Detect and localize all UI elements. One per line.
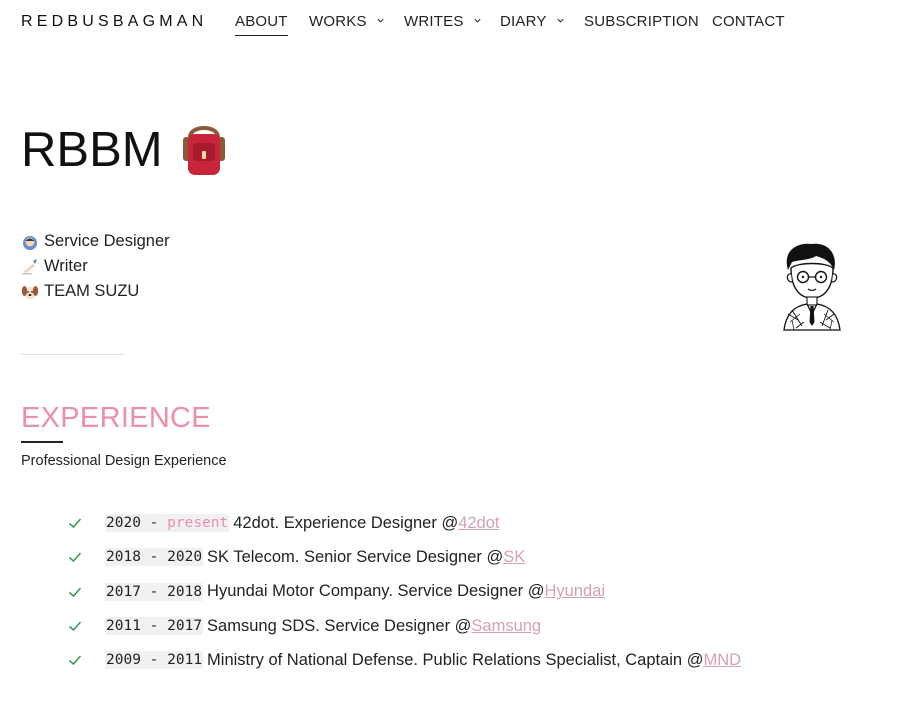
company-link[interactable]: Samsung xyxy=(471,617,541,636)
writing-hand-emoji-icon xyxy=(22,258,37,274)
experience-list: 2020 - present 42dot. Experience Designe… xyxy=(67,506,741,677)
list-item: 2018 - 2020 SK Telecom. Senior Service D… xyxy=(67,540,741,574)
nav-about-label: ABOUT xyxy=(235,13,288,30)
role-label: Writer xyxy=(44,257,88,275)
role-list: Service Designer Writer TEAM SUZU xyxy=(21,229,170,304)
nav-subscription-label: SUBSCRIPTION xyxy=(584,13,699,30)
role-description: Samsung SDS. Service Designer @ xyxy=(207,616,472,635)
period-badge: 2020 - present xyxy=(105,514,230,533)
role-description: Ministry of National Defense. Public Rel… xyxy=(207,650,704,669)
period-start: 2020 xyxy=(106,515,141,532)
period-badge: 2011 - 2017 xyxy=(105,617,204,636)
chevron-down-icon xyxy=(557,18,564,23)
company-link[interactable]: Hyundai xyxy=(544,582,605,601)
brand-logo[interactable]: REDBUSBAGMAN xyxy=(21,13,207,31)
company-link[interactable]: MND xyxy=(703,651,741,670)
heading-underline xyxy=(21,441,63,443)
period-badge: 2009 - 2011 xyxy=(105,651,204,670)
person-emoji-icon xyxy=(23,235,37,250)
page-title: RBBM xyxy=(21,118,231,182)
period-end: 2011 xyxy=(167,652,203,669)
check-icon xyxy=(68,621,82,632)
chevron-down-icon xyxy=(377,18,384,23)
role-description: Hyundai Motor Company. Service Designer … xyxy=(207,582,545,601)
page-title-text: RBBM xyxy=(21,123,163,177)
role-item: Writer xyxy=(21,254,170,279)
list-item: 2017 - 2018 Hyundai Motor Company. Servi… xyxy=(67,575,741,609)
check-icon xyxy=(68,587,82,597)
site-header: REDBUSBAGMAN ABOUT WORKS WRITES DIARY SU… xyxy=(0,0,902,46)
period-start: 2018 xyxy=(106,549,141,566)
period-end: 2017 xyxy=(167,618,203,635)
nav-subscription[interactable]: SUBSCRIPTION xyxy=(584,13,699,30)
role-label: Service Designer xyxy=(44,232,170,250)
nav-contact[interactable]: CONTACT xyxy=(712,13,785,30)
period-end: present xyxy=(167,515,229,532)
nav-writes[interactable]: WRITES xyxy=(404,13,482,30)
check-icon xyxy=(68,518,82,529)
period-badge: 2018 - 2020 xyxy=(105,548,204,567)
nav-diary-label: DIARY xyxy=(500,13,547,30)
period-end: 2020 xyxy=(167,549,203,566)
list-item: 2009 - 2011 Ministry of National Defense… xyxy=(67,643,741,677)
period-separator: - xyxy=(140,549,168,566)
period-start: 2009 xyxy=(106,652,141,669)
divider xyxy=(21,354,125,355)
period-badge: 2017 - 2018 xyxy=(105,582,204,601)
role-description: 42dot. Experience Designer @ xyxy=(233,513,459,532)
nav-contact-label: CONTACT xyxy=(712,13,785,30)
role-item: Service Designer xyxy=(21,229,170,254)
period-start: 2017 xyxy=(106,583,141,600)
experience-heading: EXPERIENCE xyxy=(21,402,211,434)
avatar xyxy=(783,243,841,331)
check-icon xyxy=(68,655,82,666)
dog-emoji-icon xyxy=(21,285,39,299)
page: REDBUSBAGMAN ABOUT WORKS WRITES DIARY SU… xyxy=(0,0,902,707)
period-separator: - xyxy=(140,583,168,600)
nav-about[interactable]: ABOUT xyxy=(235,13,288,36)
period-separator: - xyxy=(140,652,168,669)
chevron-down-icon xyxy=(474,18,481,23)
nav-works[interactable]: WORKS xyxy=(309,13,385,30)
role-item: TEAM SUZU xyxy=(21,279,170,304)
period-separator: - xyxy=(140,618,168,635)
check-icon xyxy=(68,552,82,563)
company-link[interactable]: SK xyxy=(503,548,525,567)
company-link[interactable]: 42dot xyxy=(458,514,499,533)
nav-writes-label: WRITES xyxy=(404,13,464,30)
role-label: TEAM SUZU xyxy=(44,282,140,300)
period-end: 2018 xyxy=(167,583,203,600)
list-item: 2011 - 2017 Samsung SDS. Service Designe… xyxy=(67,609,741,643)
nav-works-label: WORKS xyxy=(309,13,367,30)
role-description: SK Telecom. Senior Service Designer @ xyxy=(207,547,504,566)
period-separator: - xyxy=(140,515,168,532)
backpack-icon xyxy=(182,126,225,175)
nav-diary[interactable]: DIARY xyxy=(500,13,565,30)
list-item: 2020 - present 42dot. Experience Designe… xyxy=(67,506,741,540)
experience-subtitle: Professional Design Experience xyxy=(21,453,227,469)
period-start: 2011 xyxy=(106,618,141,635)
